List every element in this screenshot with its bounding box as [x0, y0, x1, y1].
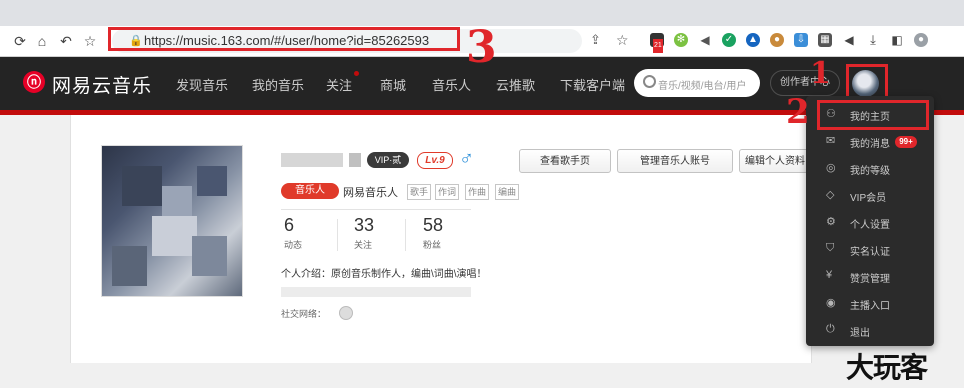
- nav-my-music[interactable]: 我的音乐: [252, 75, 304, 94]
- profile-avatar: [101, 145, 243, 297]
- profile-icon[interactable]: ●: [914, 33, 928, 47]
- stat-fans-label: 粉丝: [423, 240, 442, 250]
- role-lyricist: 作词: [435, 184, 460, 200]
- role-singer: 歌手: [407, 184, 432, 200]
- nav-notification-dot: [354, 71, 359, 76]
- message-count-badge: 99+: [895, 136, 917, 148]
- green-extension-icon[interactable]: ✻: [674, 33, 688, 47]
- annotation-mark-3: 3: [466, 22, 497, 73]
- nav-discover[interactable]: 发现音乐: [176, 75, 228, 94]
- blue-extension-icon[interactable]: ▲: [746, 33, 760, 47]
- gear-icon: ⚙: [826, 216, 836, 228]
- grid-extension-icon[interactable]: ▦: [818, 33, 832, 47]
- menu-item-settings[interactable]: ⚙ 个人设置: [806, 210, 934, 236]
- search-input[interactable]: 音乐/视频/电台/用户: [658, 77, 746, 92]
- broadcast-icon: ◉: [826, 297, 836, 309]
- search-icon: [643, 75, 656, 88]
- mute-icon[interactable]: ◀: [842, 33, 856, 47]
- menu-item-tips[interactable]: ¥ 赞赏管理: [806, 264, 934, 290]
- diamond-icon: ◇: [826, 189, 835, 201]
- annotation-mark-1: 1: [810, 56, 831, 91]
- stat-following-count[interactable]: 33: [354, 215, 374, 236]
- menu-item-logout[interactable]: ⏻ 退出: [806, 318, 934, 344]
- menu-label: 主播入口: [850, 301, 890, 312]
- musician-name[interactable]: 网易音乐人: [343, 184, 398, 200]
- download-icon[interactable]: ⤓: [866, 33, 880, 47]
- menu-label: VIP会员: [850, 193, 887, 204]
- sound-icon[interactable]: ◀: [698, 33, 712, 47]
- nav-store[interactable]: 商城: [380, 75, 406, 94]
- stat-following-label: 关注: [354, 240, 373, 250]
- social-label: 社交网络：: [281, 309, 327, 319]
- reload-icon[interactable]: ⟳: [12, 32, 28, 50]
- star-icon[interactable]: ☆: [616, 32, 629, 49]
- stat-separator: [337, 219, 338, 251]
- menu-label: 实名认证: [850, 247, 890, 258]
- menu-item-vip[interactable]: ◇ VIP会员: [806, 183, 934, 209]
- weibo-icon[interactable]: [339, 306, 353, 320]
- cookie-extension-icon[interactable]: ●: [770, 33, 784, 47]
- profile-page: VIP·贰 Lv.9 ♂ 查看歌手页 管理音乐人账号 编辑个人资料 音乐人 网易…: [70, 115, 812, 363]
- menu-annotation-box: [817, 100, 929, 130]
- musician-tag[interactable]: 音乐人: [281, 183, 339, 199]
- menu-label: 我的消息: [850, 139, 890, 150]
- search-box[interactable]: 音乐/视频/电台/用户: [634, 69, 760, 97]
- menu-label: 我的等级: [850, 166, 890, 177]
- bookmark-star-icon[interactable]: ☆: [82, 32, 98, 50]
- user-dropdown-menu: ⚇ 我的主页 ✉ 我的消息 ◎ 我的等级 ◇ VIP会员 ⚙ 个人设置 ⛉ 实名…: [806, 96, 934, 346]
- level-badge[interactable]: Lv.9: [417, 152, 453, 169]
- stat-events-count[interactable]: 6: [284, 215, 294, 236]
- home-icon[interactable]: ⌂: [34, 32, 50, 50]
- power-icon: ⏻: [826, 323, 835, 335]
- stat-separator: [405, 219, 406, 251]
- download-extension-icon[interactable]: ⇩: [794, 33, 808, 47]
- share-icon[interactable]: ⇪: [590, 32, 601, 48]
- medal-icon: ◎: [826, 162, 836, 174]
- edit-profile-button[interactable]: 编辑个人资料: [739, 149, 811, 173]
- location-redacted: [281, 287, 471, 297]
- yen-icon: ¥: [826, 269, 833, 281]
- mail-icon: ✉: [826, 135, 836, 147]
- username-redacted: [281, 153, 343, 167]
- calendar-extension-icon[interactable]: 21: [650, 33, 664, 53]
- menu-label: 退出: [850, 328, 870, 339]
- view-singer-page-button[interactable]: 查看歌手页: [519, 149, 611, 173]
- menu-item-broadcaster[interactable]: ◉ 主播入口: [806, 291, 934, 317]
- username-redacted-2: [349, 153, 361, 167]
- site-logo-text[interactable]: 网易云音乐: [52, 71, 152, 98]
- menu-item-verification[interactable]: ⛉ 实名认证: [806, 237, 934, 263]
- vip-badge[interactable]: VIP·贰: [367, 152, 409, 168]
- stats-divider: [281, 209, 471, 210]
- annotation-mark-2: 2: [786, 92, 810, 132]
- manage-musician-account-button[interactable]: 管理音乐人账号: [617, 149, 733, 173]
- nav-download-client[interactable]: 下载客户端: [560, 75, 625, 94]
- green-circle-extension-icon[interactable]: ✓: [722, 33, 736, 47]
- shield-icon: ⛉: [826, 242, 835, 254]
- back-icon[interactable]: ↶: [58, 32, 74, 50]
- stat-events-label: 动态: [284, 240, 303, 250]
- role-arranger: 编曲: [495, 184, 520, 200]
- role-composer: 作曲: [465, 184, 490, 200]
- musician-tag-label: 音乐人: [295, 185, 325, 196]
- menu-label: 赞赏管理: [850, 274, 890, 285]
- stat-fans-count[interactable]: 58: [423, 215, 443, 236]
- nav-recommend[interactable]: 云推歌: [496, 75, 535, 94]
- netease-logo-icon[interactable]: ⓝ: [23, 71, 45, 93]
- nav-follow[interactable]: 关注: [326, 75, 352, 94]
- menu-label: 个人设置: [850, 220, 890, 231]
- nav-musician[interactable]: 音乐人: [432, 75, 471, 94]
- menu-item-level[interactable]: ◎ 我的等级: [806, 156, 934, 182]
- calendar-badge: 21: [653, 39, 663, 53]
- male-icon: ♂: [459, 148, 474, 170]
- watermark-text: 大玩客: [846, 352, 928, 383]
- url-annotation-box: [108, 27, 460, 51]
- sidebar-icon[interactable]: ◧: [890, 33, 904, 47]
- profile-intro: 个人介绍：原创音乐制作人，编曲\词曲\演唱！: [281, 269, 487, 280]
